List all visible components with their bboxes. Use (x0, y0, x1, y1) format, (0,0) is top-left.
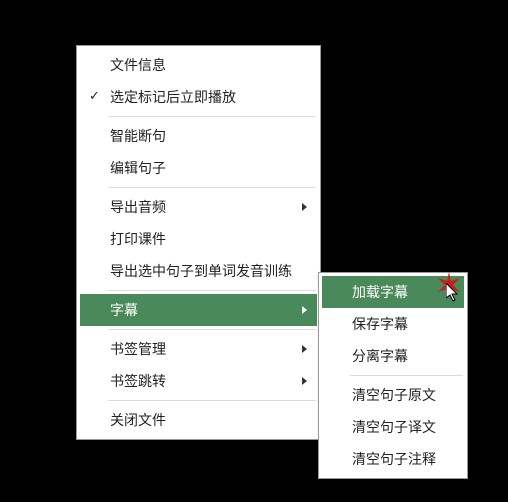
menu-item-subtitle[interactable]: 字幕 (80, 294, 317, 326)
menu-separator (350, 375, 463, 376)
menu-item-label: 保存字幕 (352, 316, 408, 332)
submenu-item-split-subtitle[interactable]: 分离字幕 (322, 340, 464, 372)
menu-item-label: 导出音频 (110, 199, 166, 215)
menu-item-export-audio[interactable]: 导出音频 (80, 191, 317, 223)
menu-item-play-on-mark[interactable]: ✓ 选定标记后立即播放 (80, 81, 317, 113)
chevron-right-icon (302, 377, 307, 385)
menu-item-label: 清空句子原文 (352, 387, 436, 403)
menu-item-label: 文件信息 (110, 57, 166, 73)
submenu-item-load-subtitle[interactable]: 加载字幕 (322, 276, 464, 308)
chevron-right-icon (302, 345, 307, 353)
menu-separator (108, 400, 316, 401)
menu-separator (108, 116, 316, 117)
menu-item-close-file[interactable]: 关闭文件 (80, 404, 317, 436)
menu-item-label: 书签跳转 (110, 373, 166, 389)
chevron-right-icon (302, 203, 307, 211)
menu-item-label: 选定标记后立即播放 (110, 89, 236, 105)
menu-item-label: 关闭文件 (110, 412, 166, 428)
menu-separator (108, 187, 316, 188)
chevron-right-icon (302, 306, 307, 314)
menu-item-file-info[interactable]: 文件信息 (80, 49, 317, 81)
submenu-item-clear-notes[interactable]: 清空句子注释 (322, 443, 464, 475)
check-icon: ✓ (89, 88, 100, 104)
submenu-item-clear-original[interactable]: 清空句子原文 (322, 379, 464, 411)
menu-item-label: 清空句子译文 (352, 419, 436, 435)
menu-item-edit-sentence[interactable]: 编辑句子 (80, 152, 317, 184)
menu-item-label: 书签管理 (110, 341, 166, 357)
menu-item-label: 编辑句子 (110, 160, 166, 176)
context-menu: 文件信息 ✓ 选定标记后立即播放 智能断句 编辑句子 导出音频 打印课件 导出选… (76, 45, 321, 440)
menu-item-label: 智能断句 (110, 128, 166, 144)
menu-item-print[interactable]: 打印课件 (80, 223, 317, 255)
submenu-item-clear-translation[interactable]: 清空句子译文 (322, 411, 464, 443)
menu-item-label: 字幕 (110, 302, 138, 318)
subtitle-submenu: 加载字幕 保存字幕 分离字幕 清空句子原文 清空句子译文 清空句子注释 (318, 272, 468, 479)
menu-item-label: 导出选中句子到单词发音训练 (110, 263, 292, 279)
submenu-item-save-subtitle[interactable]: 保存字幕 (322, 308, 464, 340)
menu-item-label: 分离字幕 (352, 348, 408, 364)
menu-separator (108, 290, 316, 291)
menu-item-bookmark-jump[interactable]: 书签跳转 (80, 365, 317, 397)
menu-item-label: 加载字幕 (352, 284, 408, 300)
menu-item-label: 清空句子注释 (352, 451, 436, 467)
menu-item-label: 打印课件 (110, 231, 166, 247)
menu-item-export-to-training[interactable]: 导出选中句子到单词发音训练 (80, 255, 317, 287)
menu-separator (108, 329, 316, 330)
menu-item-bookmark-manage[interactable]: 书签管理 (80, 333, 317, 365)
menu-item-smart-split[interactable]: 智能断句 (80, 120, 317, 152)
